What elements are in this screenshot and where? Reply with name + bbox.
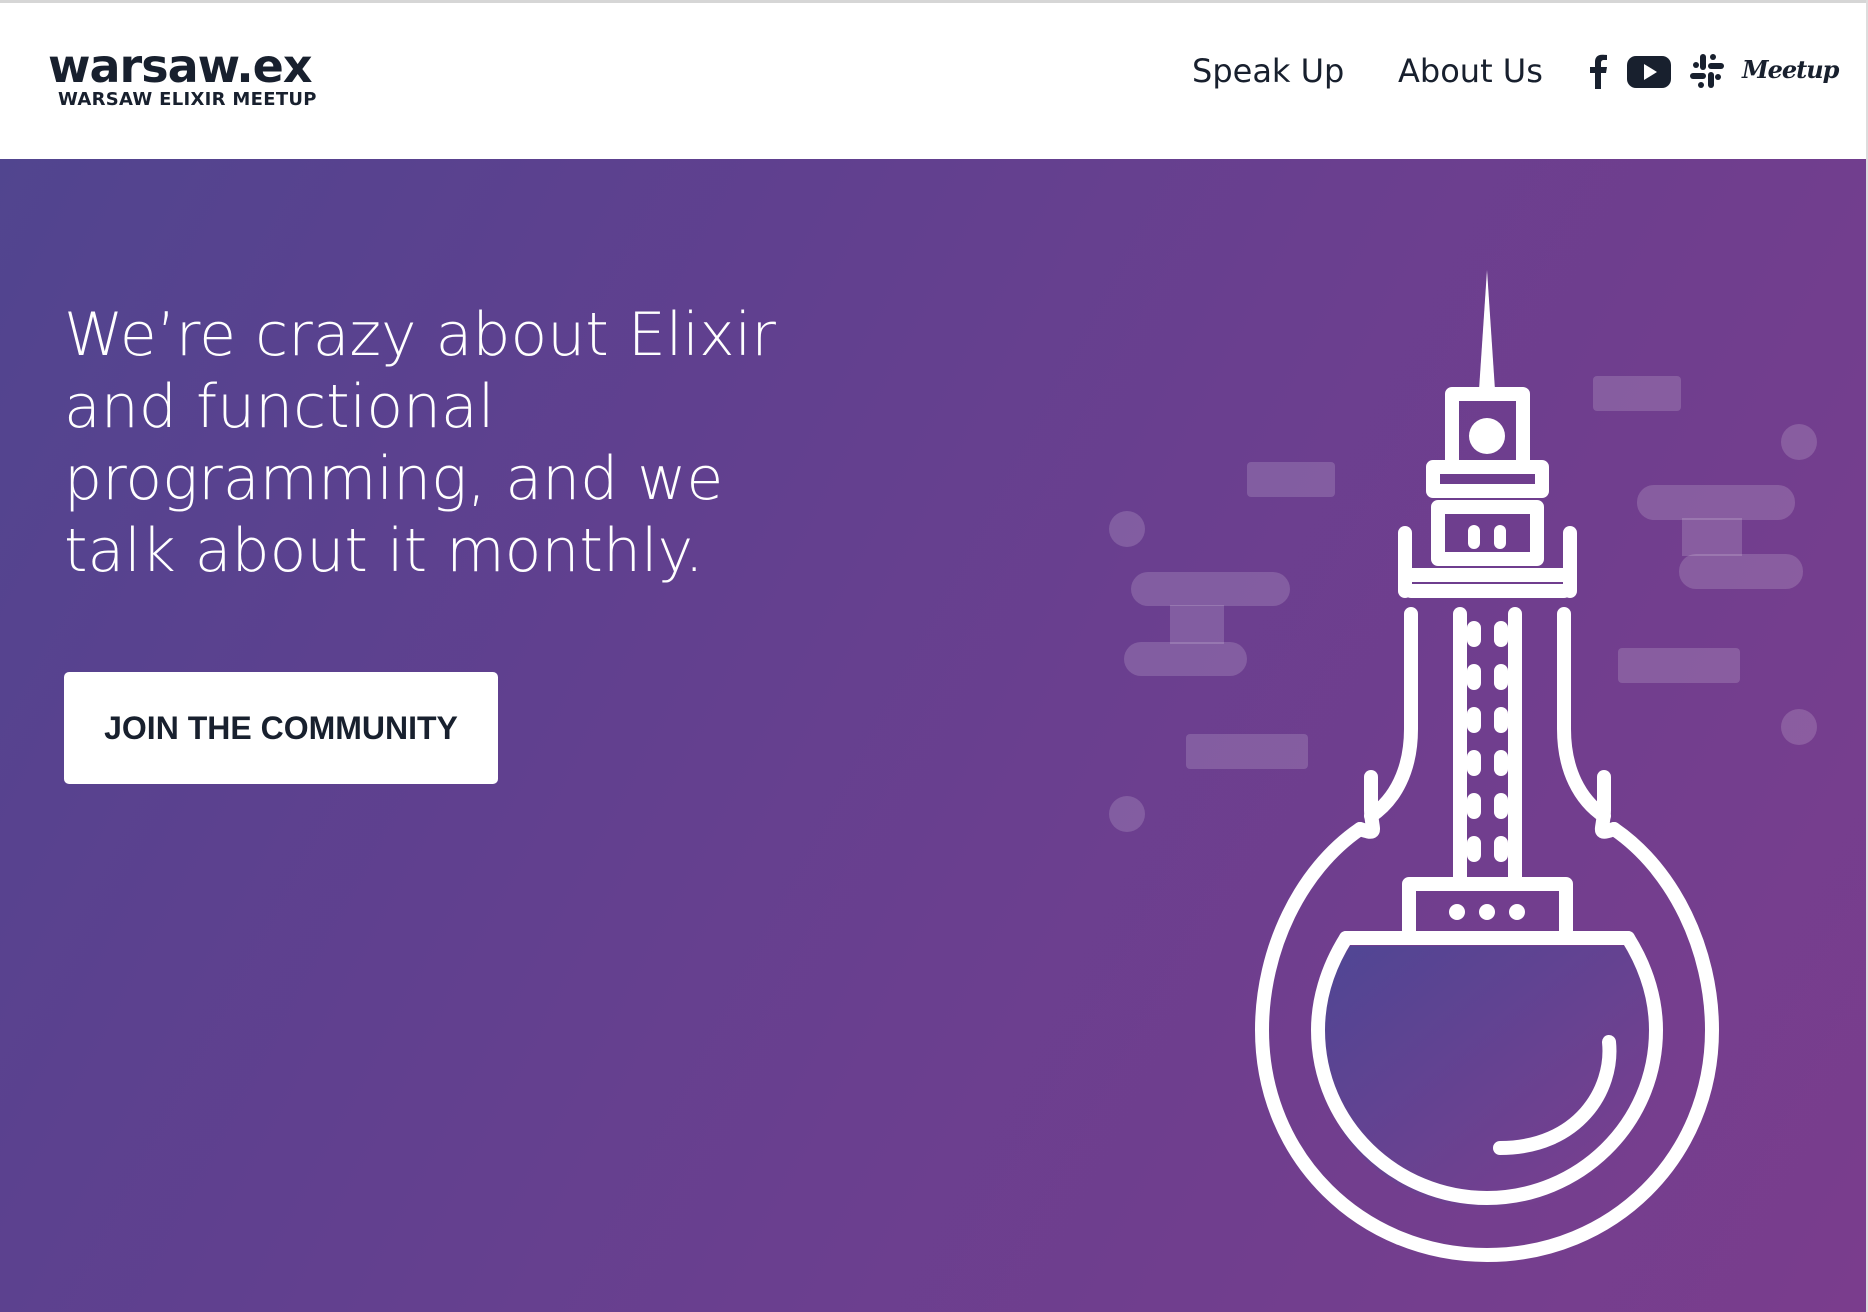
facebook-icon bbox=[1590, 54, 1607, 89]
meetup-logo: Meetup bbox=[1742, 55, 1839, 84]
logo-tagline: WARSAW ELIXIR MEETUP bbox=[58, 89, 317, 110]
headline-line: programming, and we bbox=[64, 444, 724, 514]
meetup-link[interactable]: Meetup bbox=[1742, 49, 1839, 93]
youtube-icon bbox=[1627, 56, 1671, 88]
palace-flask-illustration bbox=[1109, 270, 1817, 1262]
slack-icon bbox=[1690, 54, 1724, 88]
logo-wordmark: warsaw.ex bbox=[48, 39, 313, 93]
hero-headline: We’re crazy about Elixir and functional … bbox=[64, 299, 844, 587]
headline-line: and functional bbox=[64, 372, 495, 442]
clock-face bbox=[1469, 418, 1505, 454]
nav-link-about-us[interactable]: About Us bbox=[1398, 49, 1543, 93]
join-community-button[interactable]: JOIN THE COMMUNITY bbox=[64, 672, 498, 784]
headline-line: talk about it monthly. bbox=[64, 516, 704, 586]
slack-link[interactable] bbox=[1690, 49, 1724, 93]
nav-link-speak-up[interactable]: Speak Up bbox=[1192, 49, 1344, 93]
page: warsaw.ex WARSAW ELIXIR MEETUP Speak Up … bbox=[0, 0, 1868, 1312]
site-logo[interactable]: warsaw.ex WARSAW ELIXIR MEETUP bbox=[48, 37, 368, 117]
spire bbox=[1479, 270, 1495, 390]
navbar: warsaw.ex WARSAW ELIXIR MEETUP Speak Up … bbox=[0, 3, 1866, 159]
youtube-link[interactable] bbox=[1626, 49, 1672, 93]
hero-section: We’re crazy about Elixir and functional … bbox=[0, 159, 1866, 1312]
facebook-link[interactable] bbox=[1586, 49, 1610, 93]
headline-line: We’re crazy about Elixir bbox=[64, 300, 776, 370]
